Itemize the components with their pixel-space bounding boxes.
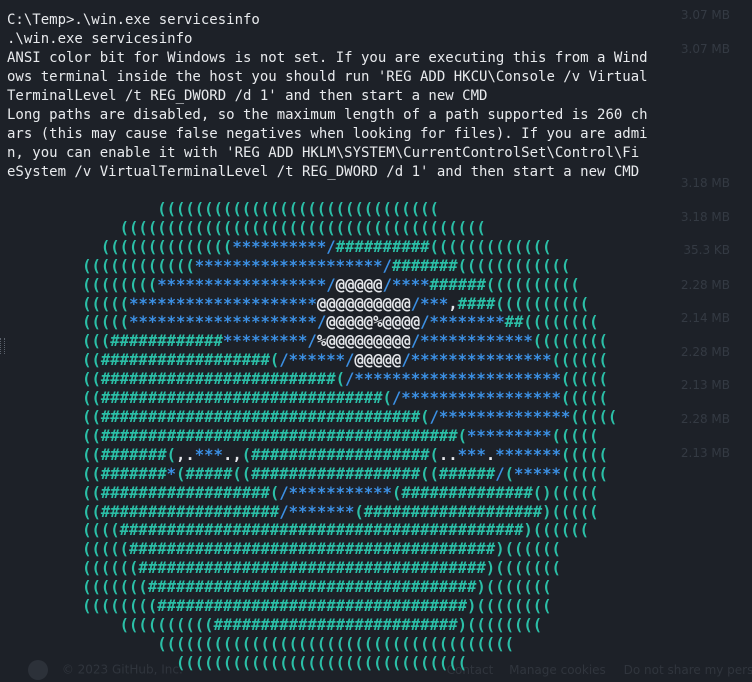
resize-grip-icon[interactable] (0, 338, 5, 354)
output-line: ANSI color bit for Windows is not set. I… (7, 50, 648, 66)
terminal-output[interactable]: C:\Temp>.\win.exe servicesinfo .\win.exe… (7, 11, 648, 182)
ghost-file-size: 2.28 MB (680, 412, 730, 426)
ascii-banner-line: ((((((((******************/@@@@@/****###… (7, 275, 580, 294)
output-line: n, you can enable it with 'REG ADD HKLM\… (7, 145, 640, 161)
ascii-banner-line: ((#######*(#####((##################((##… (7, 464, 608, 483)
ghost-file-size: 35.3 KB (683, 243, 730, 257)
ascii-banner-line: ((((####################################… (7, 521, 590, 540)
output-line: .\win.exe servicesinfo (7, 31, 193, 47)
ascii-banner-line: ((((((((((((((((((((((((((((((( (7, 653, 468, 672)
ascii-banner-line: ((#########################(/***********… (7, 370, 608, 389)
ghost-file-size: 2.28 MB (680, 345, 730, 359)
ascii-banner-line: (((((((((((((((((((((((((((((((((((((( (7, 634, 514, 653)
ascii-banner-line: ((((((((((((((**********/##########(((((… (7, 237, 552, 256)
ghost-file-size: 3.18 MB (680, 210, 730, 224)
ascii-banner-line: (((((###################################… (7, 540, 561, 559)
ascii-banner-line: ((##################################(/**… (7, 407, 618, 426)
ascii-banner-line: (((((********************/@@@@@%@@@@/***… (7, 313, 599, 332)
ascii-banner-line: ((#######(,.***.,(###################(..… (7, 445, 608, 464)
ascii-banner-line: ((######################################… (7, 426, 599, 445)
ghost-file-size: 2.13 MB (680, 446, 730, 460)
footer-link-privacy[interactable]: Do not share my personal info (624, 663, 752, 677)
ascii-banner-line: ((###################/*******(##########… (7, 502, 599, 521)
ascii-banner-line: ((((((((((((********************/#######… (7, 256, 571, 275)
ghost-file-size: 2.14 MB (680, 311, 730, 325)
ascii-banner: (((((((((((((((((((((((((((((( (((((((((… (7, 200, 617, 673)
ascii-banner-line: ((##################(/***********(######… (7, 483, 599, 502)
ghost-file-size: 2.28 MB (680, 278, 730, 292)
prompt-line: C:\Temp>.\win.exe servicesinfo (7, 12, 260, 28)
ascii-banner-line: (((((((#################################… (7, 578, 552, 597)
output-line: ars (this may cause false negatives when… (7, 126, 648, 142)
ascii-banner-line: (((((********************@@@@@@@@@@/***,… (7, 294, 590, 313)
ascii-banner-line: ((((((((((((((((((((((((((((((((((((((( (7, 218, 486, 237)
terminal-window[interactable]: 3.07 MB 3.07 MB 3.18 MB 3.18 MB 35.3 KB … (0, 0, 752, 682)
output-line: eSystem /v VirtualTerminalLevel /t REG_D… (7, 164, 640, 180)
ascii-banner-line: ((((((##################################… (7, 559, 561, 578)
output-line: ows terminal inside the host you should … (7, 69, 648, 85)
ascii-banner-line: (((((((((((((((((((((((((((((( (7, 200, 439, 218)
ascii-banner-line: ((##############################(/******… (7, 389, 608, 408)
ghost-file-size: 2.13 MB (680, 378, 730, 392)
ascii-banner-line: ((##################(/******/@@@@@/*****… (7, 351, 608, 370)
ascii-banner-line: ((((((((################################… (7, 597, 552, 616)
ascii-banner-line: ((((((((((##########################)(((… (7, 615, 543, 634)
output-line: TerminalLevel /t REG_DWORD /d 1' and the… (7, 88, 488, 104)
ascii-banner-line: (((############*********/%@@@@@@@@@/****… (7, 332, 608, 351)
output-line: Long paths are disabled, so the maximum … (7, 107, 648, 123)
